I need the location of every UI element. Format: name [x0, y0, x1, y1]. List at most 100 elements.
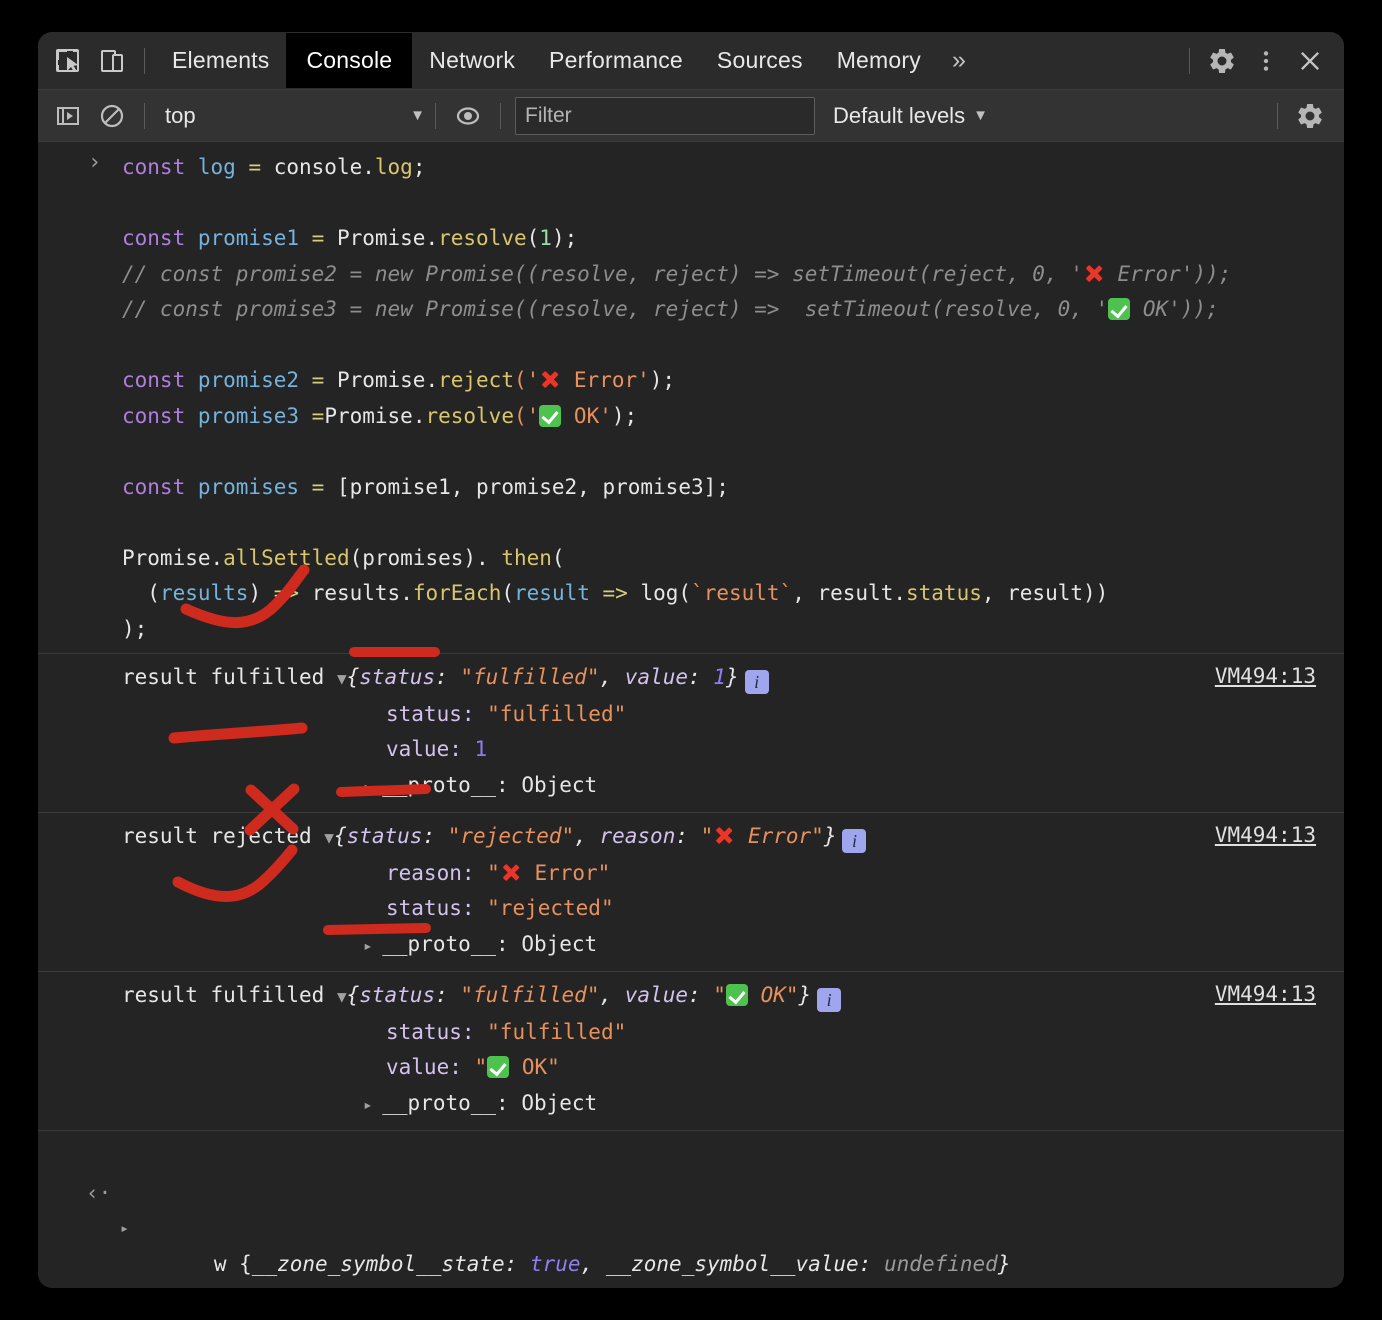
cross-mark-emoji	[713, 824, 735, 846]
code-token: =>	[602, 581, 641, 605]
filter-input[interactable]	[515, 96, 815, 135]
devtools-window: Elements Console Network Performance Sou…	[38, 32, 1344, 1288]
disclosure-triangle-icon[interactable]: ▼	[337, 987, 347, 1006]
proto-disclosure-triangle-icon[interactable]: ▸	[363, 1095, 382, 1114]
code-token: ,	[599, 983, 625, 1007]
proto-disclosure-triangle-icon[interactable]: ▸	[363, 777, 382, 796]
code-token: :	[422, 824, 448, 848]
console-code-line	[38, 186, 1344, 222]
close-icon[interactable]	[1288, 39, 1332, 83]
inspect-element-icon[interactable]	[46, 39, 90, 83]
code-token: forEach	[412, 581, 502, 605]
devtools-tabbar: Elements Console Network Performance Sou…	[38, 32, 1344, 90]
eye-icon[interactable]	[446, 94, 490, 138]
tab-performance[interactable]: Performance	[532, 39, 700, 82]
console-settings-gear-icon[interactable]	[1288, 94, 1332, 138]
tab-memory[interactable]: Memory	[820, 39, 938, 82]
code-comment: // const promise3 = new Promise((resolve…	[122, 297, 1109, 321]
property-key: status:	[386, 896, 488, 920]
object-property-row: status: "rejected"	[38, 891, 1344, 927]
log-levels-dropdown[interactable]: Default levels ▼	[819, 103, 1002, 129]
code-token: "fulfilled"	[460, 665, 600, 689]
clear-console-icon[interactable]	[90, 94, 134, 138]
proto-row[interactable]: ▸ __proto__: Object	[38, 927, 1344, 964]
code-token: :	[435, 983, 461, 1007]
code-token: status	[906, 581, 982, 605]
code-token: resolve	[438, 226, 527, 250]
console-result-header: result rejected ▼{status: "rejected", re…	[38, 819, 1344, 856]
console-code-line: const promises = [promise1, promise2, pr…	[38, 470, 1344, 506]
tab-sources[interactable]: Sources	[700, 39, 820, 82]
code-token: "fulfilled"	[460, 983, 600, 1007]
source-location-link[interactable]: VM494:13	[1215, 664, 1316, 688]
code-token: log	[197, 155, 249, 179]
info-badge-icon[interactable]: i	[842, 829, 867, 853]
cross-mark-emoji	[500, 861, 522, 883]
code-token: status	[346, 824, 423, 848]
console-result-group: result rejected ▼{status: "rejected", re…	[38, 813, 1344, 972]
property-value: "	[474, 1055, 488, 1079]
code-token: ,	[580, 1251, 606, 1276]
result-label: result fulfilled	[122, 983, 337, 1007]
more-options-icon[interactable]	[1244, 39, 1288, 83]
disclosure-triangle-icon[interactable]: ▼	[324, 828, 334, 847]
console-code-line: );	[38, 612, 1344, 648]
console-code-line: const promise1 = Promise.resolve(1);	[38, 221, 1344, 257]
console-result-header: result fulfilled ▼{status: "fulfilled", …	[38, 978, 1344, 1015]
code-token: ('	[513, 403, 540, 428]
code-token: ,	[599, 665, 625, 689]
tab-network[interactable]: Network	[412, 39, 532, 82]
filterbar-divider-2	[435, 102, 436, 129]
console-code-line: const log = console.log;	[38, 150, 1344, 186]
expand-triangle-icon[interactable]: ▸	[120, 1211, 129, 1247]
execution-context-label: top	[165, 102, 196, 128]
result-label: result fulfilled	[122, 665, 337, 689]
object-property-row: value: 1	[38, 732, 1344, 768]
code-token: :	[504, 1251, 530, 1276]
code-token: const	[122, 403, 198, 428]
code-token: log(	[640, 581, 692, 605]
code-token: const	[122, 368, 198, 392]
console-code-line: // const promise3 = new Promise((resolve…	[38, 292, 1344, 328]
console-code-line: // const promise2 = new Promise((resolve…	[38, 257, 1344, 293]
info-badge-icon[interactable]: i	[817, 988, 842, 1012]
check-mark-button-emoji	[1108, 298, 1131, 320]
code-token: allSettled	[223, 545, 350, 570]
tab-console[interactable]: Console	[286, 33, 413, 88]
console-sidebar-icon[interactable]	[46, 94, 90, 138]
property-key: reason:	[386, 860, 488, 885]
execution-context-selector[interactable]: top ▼	[155, 103, 425, 129]
proto-row[interactable]: ▸ __proto__: Object	[38, 768, 1344, 805]
code-token: {	[346, 665, 360, 689]
source-location-link[interactable]: VM494:13	[1215, 823, 1316, 847]
code-token: OK"	[747, 983, 799, 1007]
console-message-list[interactable]: › const log = console.log; const promise…	[38, 142, 1344, 1288]
check-mark-button-emoji	[487, 1056, 510, 1078]
proto-disclosure-triangle-icon[interactable]: ▸	[363, 936, 382, 955]
code-token: value	[624, 983, 688, 1007]
filterbar-divider-4	[1277, 102, 1278, 129]
code-token: "	[700, 824, 714, 848]
check-mark-button-emoji	[539, 404, 562, 427]
console-code-line	[38, 505, 1344, 541]
code-token: true	[529, 1251, 581, 1276]
code-token: :	[687, 983, 714, 1007]
disclosure-triangle-icon[interactable]: ▼	[337, 669, 347, 688]
settings-gear-icon[interactable]	[1200, 39, 1244, 83]
more-tabs-icon[interactable]: »	[938, 48, 980, 73]
console-code-line: const promise3 =Promise.resolve(' OK');	[38, 399, 1344, 435]
code-token: `result`	[691, 581, 793, 605]
source-location-link[interactable]: VM494:13	[1215, 982, 1316, 1006]
code-token: =>	[273, 581, 312, 605]
info-badge-icon[interactable]: i	[744, 670, 769, 694]
device-toolbar-icon[interactable]	[90, 39, 134, 83]
console-input-echo-block: › const log = console.log; const promise…	[38, 142, 1344, 654]
tab-elements[interactable]: Elements	[155, 39, 286, 82]
code-token: {	[346, 983, 360, 1007]
code-token: Promise.	[336, 226, 439, 250]
proto-row[interactable]: ▸ __proto__: Object	[38, 1086, 1344, 1123]
filterbar-divider-3	[500, 102, 501, 129]
code-token: "	[713, 983, 726, 1007]
property-value: "fulfilled"	[487, 701, 627, 726]
code-token: promise1	[197, 226, 312, 250]
